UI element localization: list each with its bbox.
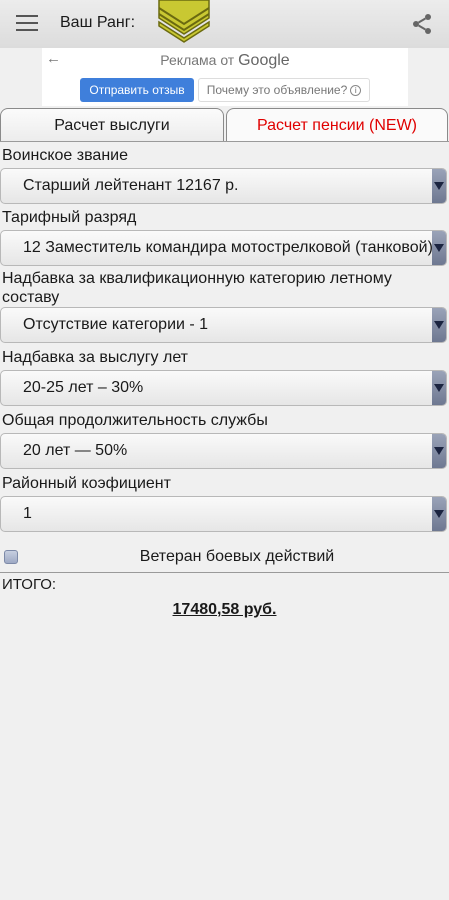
seniority-bonus-label: Надбавка за выслугу лет [2, 349, 189, 366]
info-icon: i [350, 84, 362, 96]
dropdown-arrow-icon [432, 371, 446, 405]
dropdown-arrow-icon [432, 231, 446, 265]
regional-coefficient-label: Районный коэфициент [2, 475, 171, 492]
ad-label-prefix: Реклама от [160, 52, 235, 68]
seniority-bonus-select[interactable]: 20-25 лет – 30% [0, 370, 447, 406]
service-length-value: 20 лет — 50% [23, 442, 128, 459]
tariff-value: 12 Заместитель командира мотострелковой … [23, 239, 432, 256]
share-icon[interactable] [410, 12, 434, 36]
rank-value: Старший лейтенант 12167 р. [23, 177, 239, 194]
tariff-label: Тарифный разряд [2, 209, 137, 226]
why-this-ad-button[interactable]: Почему это объявление? i [198, 78, 370, 102]
rank-select[interactable]: Старший лейтенант 12167 р. [0, 168, 447, 204]
tab-service-calculation[interactable]: Расчет выслуги [0, 108, 224, 142]
rank-label: Воинское звание [2, 147, 128, 164]
app-bar: Ваш Ранг: [0, 0, 449, 48]
veteran-checkbox-row[interactable]: Ветеран боевых действий [0, 544, 449, 572]
service-length-label: Общая продолжительность службы [2, 412, 268, 429]
google-logo: Google [238, 52, 290, 69]
regional-coefficient-value: 1 [23, 505, 32, 522]
seniority-bonus-value: 20-25 лет – 30% [23, 379, 144, 396]
rank-insignia-icon [158, 0, 210, 43]
qualification-label: Надбавка за квалификационную категорию л… [2, 270, 392, 306]
app-title: Ваш Ранг: [60, 14, 136, 31]
service-length-select[interactable]: 20 лет — 50% [0, 433, 447, 469]
ad-banner: ← Реклама от Google Отправить отзыв Поче… [42, 48, 408, 106]
dropdown-arrow-icon [432, 169, 446, 203]
tab-pension-calculation[interactable]: Расчет пенсии (NEW) [226, 108, 448, 142]
dropdown-arrow-icon [432, 434, 446, 468]
divider [0, 572, 449, 573]
dropdown-arrow-icon [432, 497, 446, 531]
hamburger-menu-icon[interactable] [16, 14, 38, 32]
ad-label: Реклама от Google [42, 52, 408, 70]
tab-divider [0, 141, 449, 142]
why-this-ad-label: Почему это объявление? [206, 83, 348, 97]
qualification-value: Отсутствие категории - 1 [23, 316, 209, 333]
total-value: 17480,58 руб. [172, 601, 277, 618]
tariff-select[interactable]: 12 Заместитель командира мотострелковой … [0, 230, 447, 266]
total-label: ИТОГО: [2, 576, 57, 593]
veteran-checkbox-label: Ветеран боевых действий [139, 548, 335, 565]
send-feedback-button[interactable]: Отправить отзыв [80, 78, 194, 102]
dropdown-arrow-icon [432, 308, 446, 342]
qualification-select[interactable]: Отсутствие категории - 1 [0, 307, 447, 343]
regional-coefficient-select[interactable]: 1 [0, 496, 447, 532]
